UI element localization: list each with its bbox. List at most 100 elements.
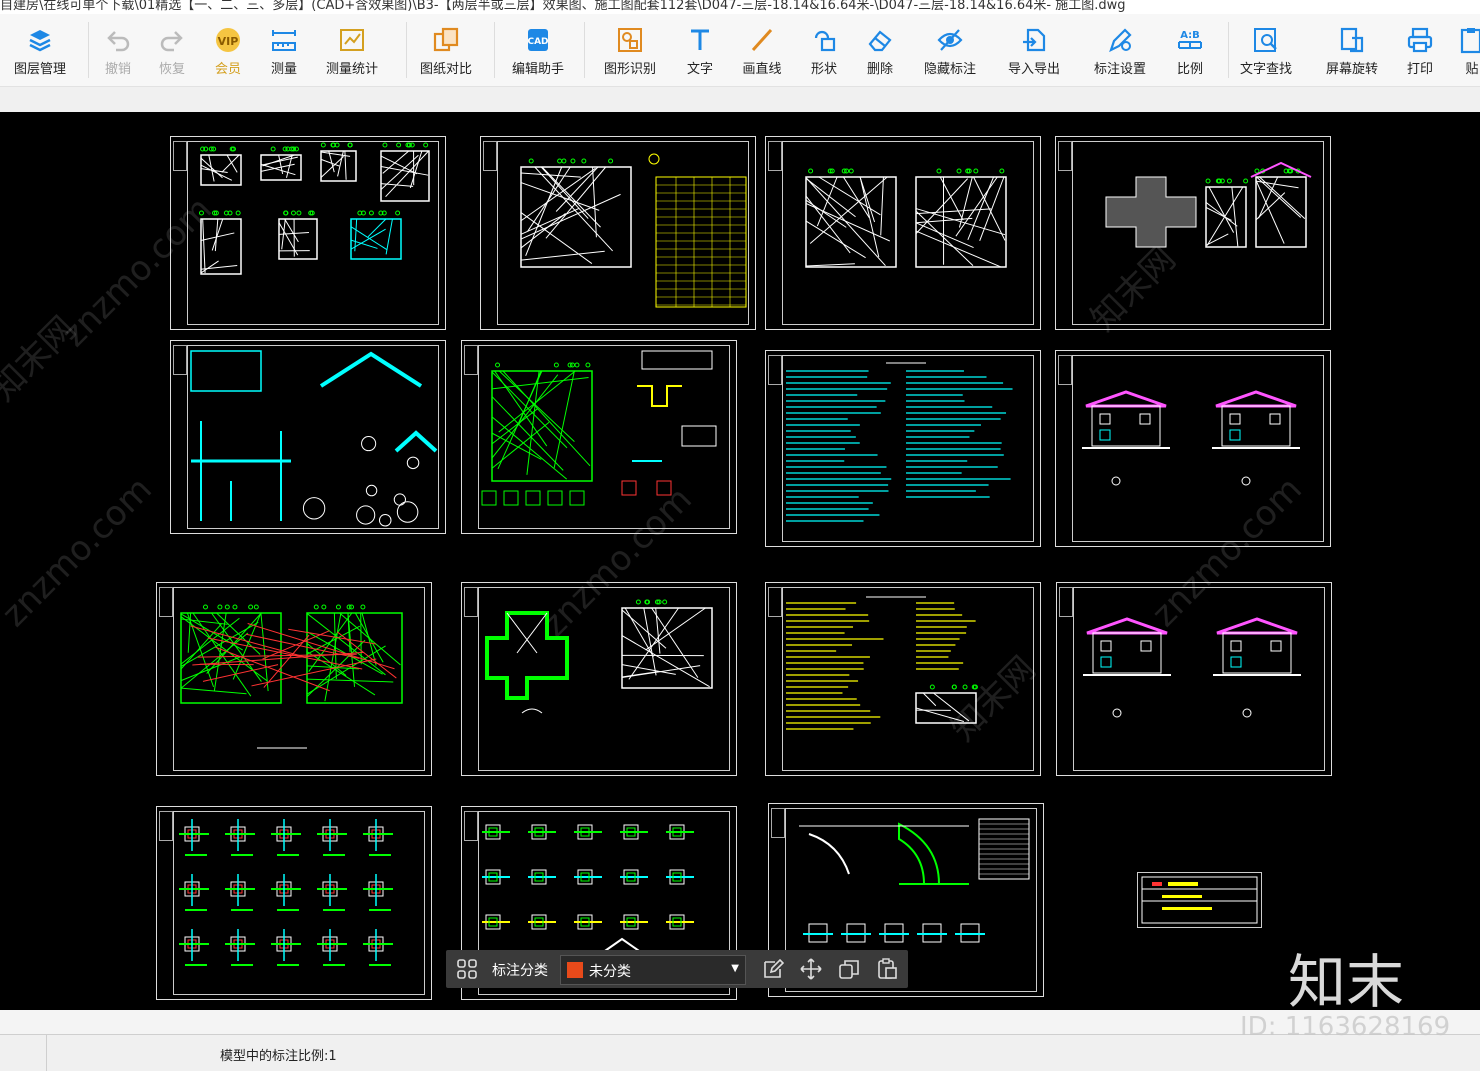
toolbar-button-label: 撤销	[105, 62, 131, 77]
toolbar-button-label: 编辑助手	[512, 62, 564, 77]
shape-icon	[810, 26, 838, 54]
redo-icon	[158, 26, 186, 54]
cad-drawing-content	[481, 137, 755, 329]
drawing-canvas[interactable]: 知末网 znzmo.com znzmo.com 知末网 znzmo.com zn…	[0, 112, 1480, 1010]
drawing-sheet[interactable]	[156, 806, 432, 1000]
toolbar-button-label: 标注设置	[1094, 62, 1146, 77]
move-icon[interactable]	[800, 958, 822, 980]
drawing-sheet[interactable]	[765, 582, 1041, 776]
toolbar-button-ruler[interactable]: 测量	[248, 14, 320, 86]
category-color-swatch	[567, 962, 583, 978]
annotation-category-select[interactable]: 未分类 ▼	[560, 955, 746, 985]
drawing-sheet[interactable]	[1137, 872, 1262, 928]
toolbar-button-label: 测量统计	[326, 62, 378, 77]
cad-drawing-content	[462, 341, 736, 533]
cad-drawing-content	[766, 583, 1040, 775]
toolbar-button-hide-eye[interactable]: 隐藏标注	[914, 14, 986, 86]
brand-watermark-logo: 知末	[1288, 935, 1404, 1019]
toolbar-button-label: 画直线	[742, 62, 781, 77]
cad-drawing-content	[766, 137, 1040, 329]
toolbar-button-label: 贴	[1465, 62, 1478, 77]
title-block-drawing	[1138, 873, 1261, 927]
toolbar-button-label: 图层管理	[14, 62, 66, 77]
cad-drawing-content	[171, 341, 445, 533]
toolbar-button-eraser[interactable]: 删除	[844, 14, 916, 86]
scale-icon: A:B	[1176, 26, 1204, 54]
chevron-down-icon: ▼	[731, 963, 739, 974]
toolbar-button-shape-recognize[interactable]: 图形识别	[594, 14, 666, 86]
drawing-sheet[interactable]	[461, 340, 737, 534]
cad-drawing-content	[1056, 351, 1330, 546]
svg-text:CAD: CAD	[527, 37, 548, 47]
clipboard-icon[interactable]	[876, 958, 898, 980]
toolbar-button-annotation-settings[interactable]: 标注设置	[1084, 14, 1156, 86]
id-watermark: ID: 1163628169	[1240, 1012, 1450, 1042]
drawing-sheet[interactable]	[1055, 136, 1331, 330]
category-selected-value: 未分类	[589, 961, 631, 981]
text-icon	[686, 26, 714, 54]
toolbar-button-label: 比例	[1177, 62, 1203, 77]
drawing-sheet[interactable]	[765, 136, 1041, 330]
drawing-sheet[interactable]	[1056, 582, 1332, 776]
drawing-sheet[interactable]	[480, 136, 756, 330]
rotate-screen-icon	[1338, 26, 1366, 54]
toolbar-button-label: 形状	[811, 62, 837, 77]
toolbar-separator	[1228, 22, 1229, 78]
drawing-sheet[interactable]	[1055, 350, 1331, 547]
measure-stats-icon	[338, 26, 366, 54]
toolbar-separator	[584, 22, 585, 78]
cad-drawing-content	[1057, 583, 1331, 775]
hide-eye-icon	[936, 26, 964, 54]
shape-recognize-icon	[616, 26, 644, 54]
copy-icon[interactable]	[838, 958, 860, 980]
cad-drawing-content	[1056, 137, 1330, 329]
toolbar-button-import-export[interactable]: 导入导出	[998, 14, 1070, 86]
annotation-scale-status: 模型中的标注比例:1	[220, 1045, 337, 1064]
toolbar-button-label: 文字查找	[1240, 62, 1292, 77]
paste-icon	[1458, 26, 1480, 54]
watermark-site: znzmo.com	[0, 469, 160, 634]
toolbar-separator	[406, 22, 407, 78]
toolbar-button-label: 文字	[687, 62, 713, 77]
toolbar-button-label: 恢复	[159, 62, 185, 77]
toolbar-button-layers[interactable]: 图层管理	[4, 14, 76, 86]
ruler-icon	[270, 26, 298, 54]
drawing-sheet[interactable]	[156, 582, 432, 776]
toolbar-button-cad-edit[interactable]: CAD 编辑助手	[502, 14, 574, 86]
annotation-category-label: 标注分类	[492, 960, 548, 980]
drawing-sheet[interactable]	[765, 350, 1041, 547]
cad-drawing-content	[157, 807, 431, 999]
toolbar-button-label: 图形识别	[604, 62, 656, 77]
print-icon	[1406, 26, 1434, 54]
cad-drawing-content	[157, 583, 431, 775]
undo-icon	[104, 26, 132, 54]
compare-icon	[432, 26, 460, 54]
cad-drawing-content	[766, 351, 1040, 546]
toolbar-button-label: 导入导出	[1008, 62, 1060, 77]
toolbar-button-label: 图纸对比	[420, 62, 472, 77]
import-export-icon	[1020, 26, 1048, 54]
annotation-settings-icon	[1106, 26, 1134, 54]
drawing-sheet[interactable]	[461, 582, 737, 776]
cad-drawing-content	[462, 583, 736, 775]
cad-drawing-content	[171, 137, 445, 329]
svg-text:A:B: A:B	[1180, 30, 1200, 41]
drawing-sheet[interactable]	[170, 136, 446, 330]
toolbar-button-paste[interactable]: 贴	[1436, 14, 1480, 86]
line-icon	[748, 26, 776, 54]
edit-icon[interactable]	[762, 958, 784, 980]
grid-apps-icon[interactable]	[456, 958, 478, 980]
toolbar-button-label: 会员	[215, 62, 241, 77]
toolbar-button-label: 删除	[867, 62, 893, 77]
eraser-icon	[866, 26, 894, 54]
annotation-toolbar: 标注分类 未分类 ▼	[446, 950, 908, 988]
window-title: 自建房\在线可单个下载\01精选【一、二、三、多层】(CAD+含效果图)\B3-…	[0, 0, 1480, 14]
toolbar-button-scale[interactable]: A:B 比例	[1154, 14, 1226, 86]
toolbar-button-compare[interactable]: 图纸对比	[410, 14, 482, 86]
toolbar-button-measure-stats[interactable]: 测量统计	[316, 14, 388, 86]
drawing-sheet[interactable]	[170, 340, 446, 534]
toolbar-button-text-search[interactable]: 文字查找	[1230, 14, 1302, 86]
status-divider	[46, 1035, 47, 1071]
toolbar-button-label: 打印	[1407, 62, 1433, 77]
toolbar-button-rotate-screen[interactable]: 屏幕旋转	[1316, 14, 1388, 86]
